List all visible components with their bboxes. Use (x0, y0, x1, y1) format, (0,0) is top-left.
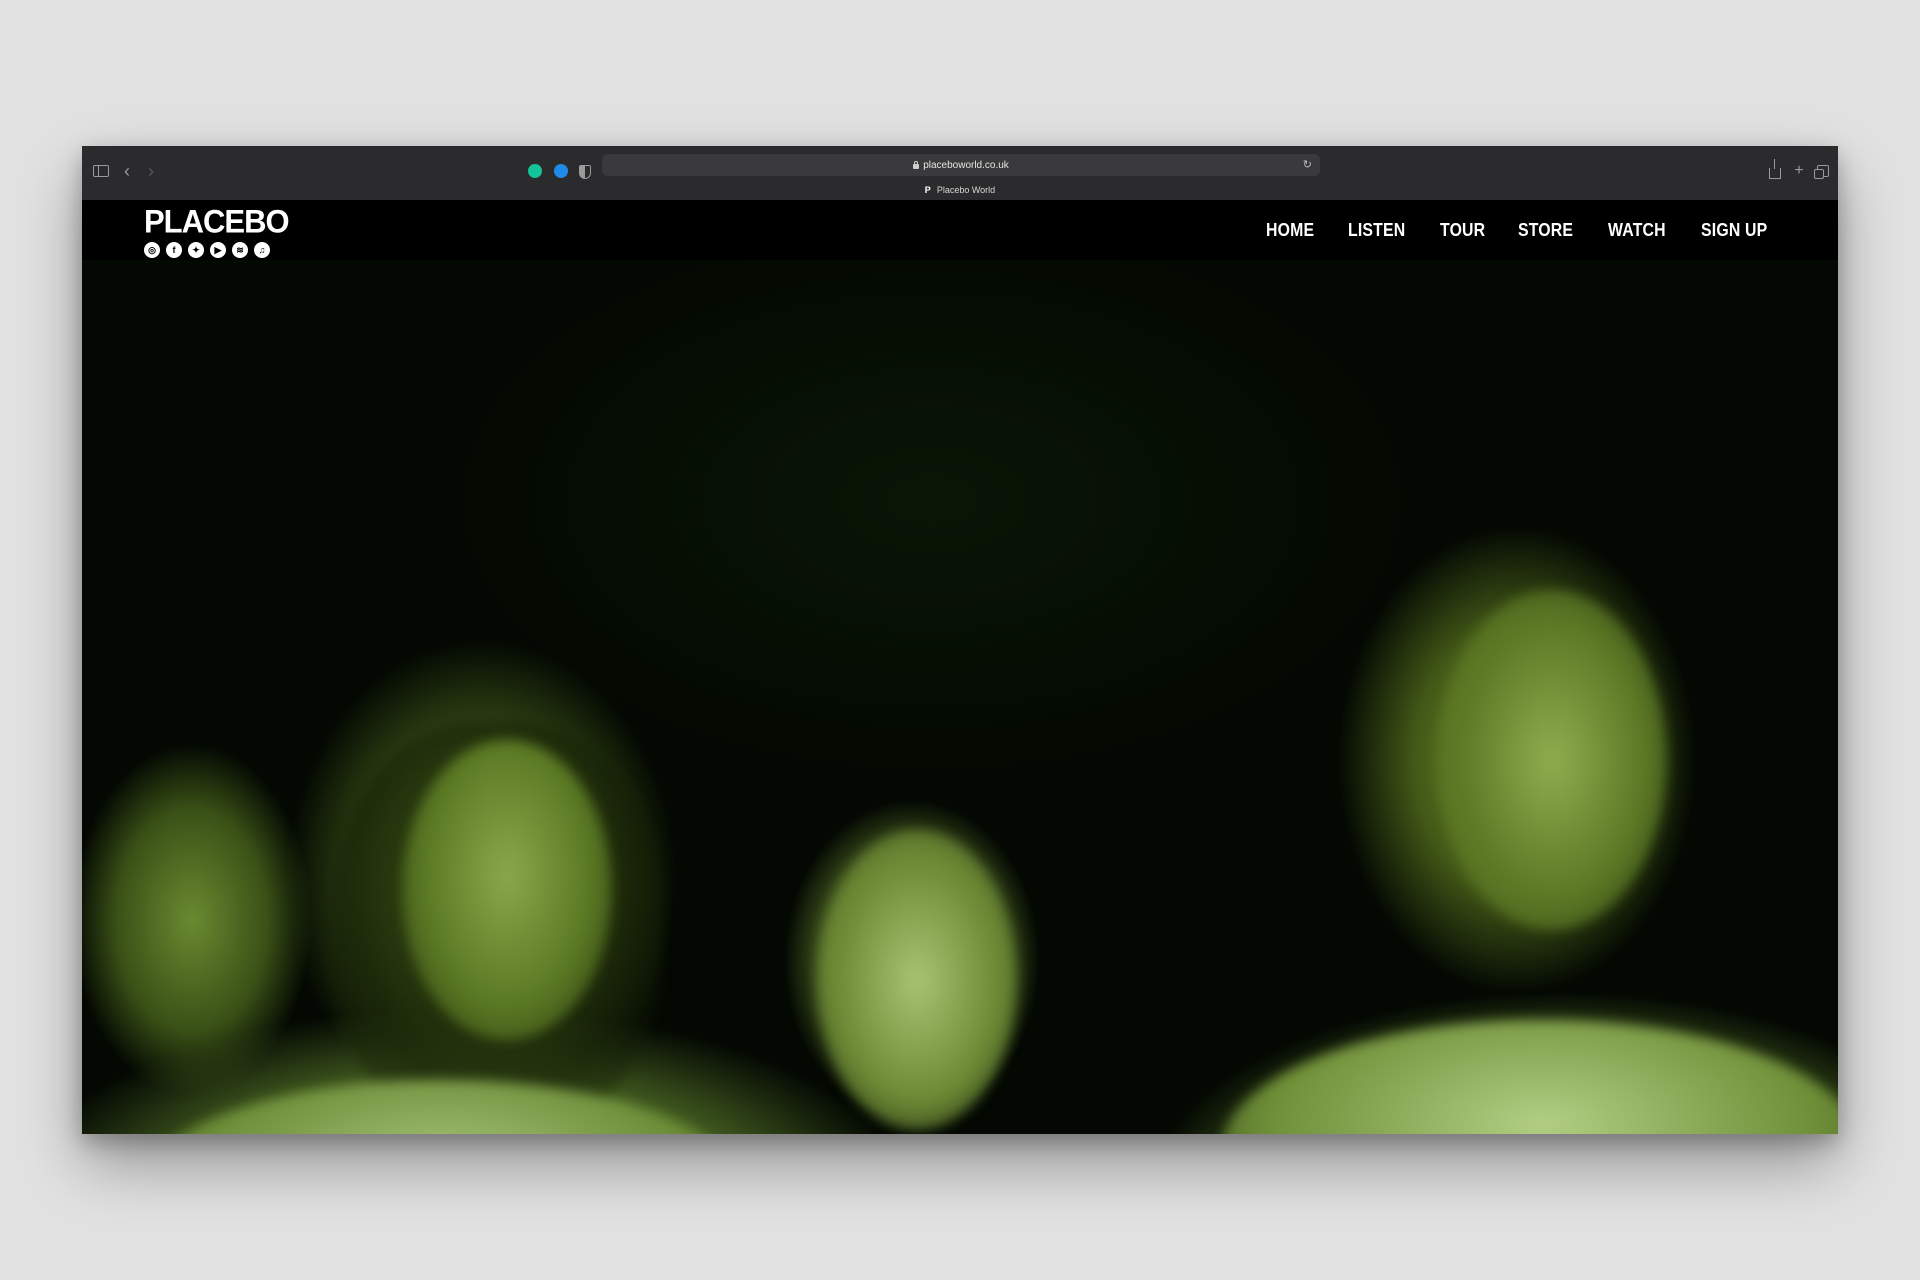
back-icon[interactable]: ‹ (118, 162, 136, 180)
nav-listen[interactable]: LISTEN (1348, 220, 1405, 241)
tab-title: Placebo World (936, 185, 996, 195)
web-page: PLACEBO ◎ f ✦ ▶ ≋ ♫ HOME LISTEN TOUR STO… (82, 200, 1838, 1134)
hero-figure-right (1437, 590, 1667, 930)
hero-shirt-left (142, 1080, 742, 1134)
nav-home[interactable]: HOME (1266, 220, 1314, 241)
shield-icon[interactable] (579, 165, 591, 179)
site-logo[interactable]: PLACEBO (144, 205, 290, 239)
extension-icon[interactable] (554, 164, 568, 178)
nav-tour[interactable]: TOUR (1440, 220, 1485, 241)
favicon-icon: P (924, 185, 931, 195)
url-text: placeboworld.co.uk (923, 159, 1009, 171)
forward-icon[interactable]: › (142, 162, 160, 180)
twitter-icon[interactable]: ✦ (188, 242, 204, 258)
site-header: PLACEBO ◎ f ✦ ▶ ≋ ♫ HOME LISTEN TOUR STO… (82, 200, 1838, 260)
hero-shirt-right (1222, 1020, 1838, 1134)
active-tab[interactable]: P Placebo World (82, 180, 1838, 200)
hero-hand (817, 830, 1017, 1130)
nav-store[interactable]: STORE (1518, 220, 1573, 241)
spotify-icon[interactable]: ≋ (232, 242, 248, 258)
youtube-icon[interactable]: ▶ (210, 242, 226, 258)
main-nav: HOME LISTEN TOUR STORE WATCH SIGN UP (1266, 220, 1776, 241)
lock-icon (913, 160, 920, 169)
browser-toolbar: ‹ › placeboworld.co.uk ↻ + P Placebo Wor… (82, 146, 1838, 201)
nav-watch[interactable]: WATCH (1608, 220, 1666, 241)
new-tab-icon[interactable]: + (1790, 162, 1808, 180)
address-bar[interactable]: placeboworld.co.uk ↻ (602, 154, 1320, 176)
social-links: ◎ f ✦ ▶ ≋ ♫ (144, 242, 270, 258)
hero-image (82, 200, 1838, 1134)
instagram-icon[interactable]: ◎ (144, 242, 160, 258)
tab-overview-icon[interactable] (1814, 162, 1832, 180)
browser-window: ‹ › placeboworld.co.uk ↻ + P Placebo Wor… (82, 146, 1838, 1134)
apple-music-icon[interactable]: ♫ (254, 242, 270, 258)
hero-figure-left (402, 740, 612, 1040)
share-icon[interactable] (1766, 159, 1784, 180)
grammarly-icon[interactable] (528, 164, 542, 178)
reload-icon[interactable]: ↻ (1303, 158, 1312, 171)
facebook-icon[interactable]: f (166, 242, 182, 258)
nav-sign-up[interactable]: SIGN UP (1701, 220, 1767, 241)
sidebar-icon[interactable] (92, 162, 110, 180)
